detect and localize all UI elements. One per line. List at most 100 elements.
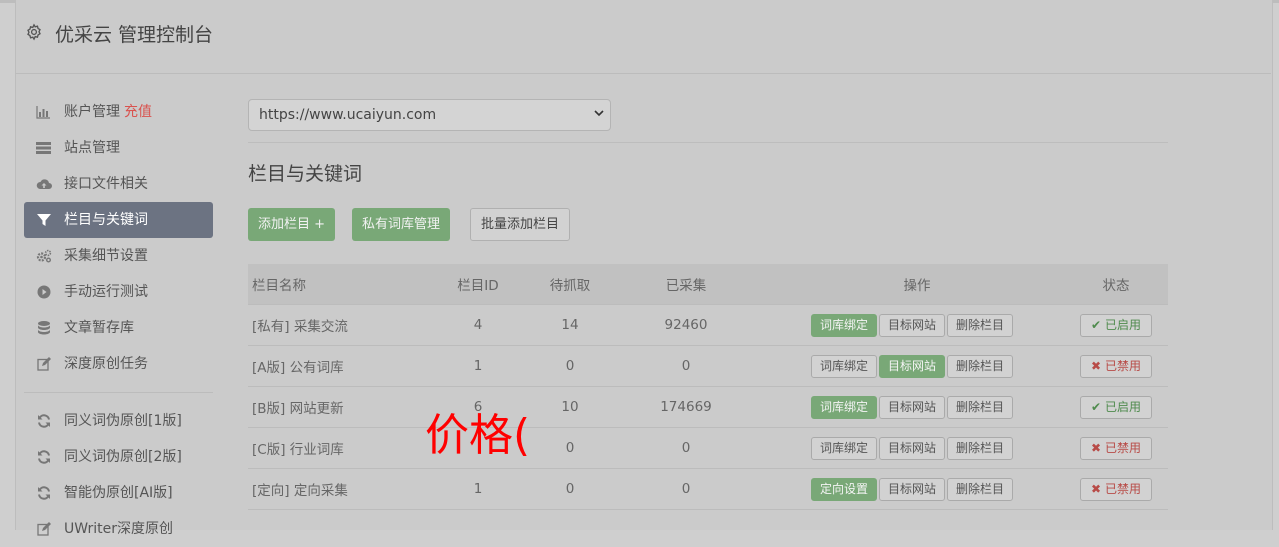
sidebar-item-deep-original[interactable]: 深度原创任务 <box>24 346 213 382</box>
batch-add-button[interactable]: 批量添加栏目 <box>470 208 571 241</box>
refresh-icon <box>36 414 51 428</box>
header-status: 状态 <box>1064 264 1168 305</box>
private-lexicon-button[interactable]: 私有词库管理 <box>352 208 451 241</box>
delete-column-button[interactable]: 删除栏目 <box>947 436 1014 460</box>
status-label: 已禁用 <box>1104 481 1141 496</box>
actions-cell: 词库绑定 目标网站 删除栏目 <box>770 386 1064 428</box>
delete-column-button[interactable]: 删除栏目 <box>947 313 1014 337</box>
bind-lexicon-button[interactable]: 词库绑定 <box>811 395 878 419</box>
refresh-icon <box>36 450 51 464</box>
sidebar-divider <box>24 392 213 393</box>
bind-lexicon-button[interactable]: 词库绑定 <box>811 354 878 378</box>
table-row: [C版] 行业词库 0 0 词库绑定 目标网站 删除栏目 ✖ 已禁用 <box>248 427 1168 469</box>
overlay-text: 价格( <box>425 410 531 461</box>
sidebar-item-label: 同义词伪原创[2版] <box>64 449 182 465</box>
status-badge[interactable]: ✖ 已禁用 <box>1080 436 1152 460</box>
status-badge[interactable]: ✖ 已禁用 <box>1080 477 1152 501</box>
sidebar-item-columns-keywords[interactable]: 栏目与关键词 <box>24 202 213 238</box>
collected-cell: 0 <box>602 427 770 469</box>
column-tag: [B版] <box>252 401 286 417</box>
column-name-cell[interactable]: [C版] 行业词库 <box>248 427 418 469</box>
status-badge[interactable]: ✔ 已启用 <box>1080 313 1152 337</box>
sidebar-item-article-storage[interactable]: 文章暂存库 <box>24 310 213 346</box>
pending-cell: 10 <box>538 386 602 428</box>
status-label: 已启用 <box>1104 317 1141 332</box>
sidebar-item-ai-rewrite[interactable]: 智能伪原创[AI版] <box>24 475 213 511</box>
cloud-upload-icon <box>36 177 52 191</box>
edit-icon <box>36 357 51 371</box>
column-name: 公有词库 <box>289 360 344 376</box>
column-name-cell[interactable]: [A版] 公有词库 <box>248 345 418 387</box>
status-cell: ✖ 已禁用 <box>1064 345 1168 387</box>
target-site-button[interactable]: 目标网站 <box>879 436 946 460</box>
sidebar-item-label: 站点管理 <box>64 140 120 156</box>
sidebar-item-label: UWriter深度原创 <box>64 521 173 537</box>
section-title: 栏目与关键词 <box>248 163 363 185</box>
target-site-button[interactable]: 目标网站 <box>879 354 946 378</box>
column-name: 网站更新 <box>289 401 344 417</box>
status-cell: ✔ 已启用 <box>1064 386 1168 428</box>
delete-column-button[interactable]: 删除栏目 <box>947 477 1014 501</box>
sidebar-item-account[interactable]: 账户管理 充值 <box>24 94 213 130</box>
table-header-row: 栏目名称 栏目ID 待抓取 已采集 操作 状态 <box>248 264 1168 305</box>
sidebar-item-collection-settings[interactable]: 采集细节设置 <box>24 238 213 274</box>
recharge-link[interactable]: 充值 <box>124 104 152 120</box>
target-site-button[interactable]: 目标网站 <box>879 395 946 419</box>
sidebar-item-sites[interactable]: 站点管理 <box>24 130 213 166</box>
cogs-icon <box>36 249 52 263</box>
server-icon <box>36 141 51 155</box>
check-icon: ✔ <box>1091 399 1102 414</box>
sidebar-item-synonym-v1[interactable]: 同义词伪原创[1版] <box>24 403 213 439</box>
actions-cell: 词库绑定 目标网站 删除栏目 <box>770 345 1064 387</box>
header-actions: 操作 <box>770 264 1064 305</box>
collected-cell: 0 <box>602 345 770 387</box>
sidebar-item-synonym-v2[interactable]: 同义词伪原创[2版] <box>24 439 213 475</box>
gear-icon <box>27 23 41 41</box>
target-site-button[interactable]: 目标网站 <box>879 477 946 501</box>
table-body: [私有] 采集交流 4 14 92460 词库绑定 目标网站 删除栏目 ✔ 已启用 [A版] 公… <box>248 304 1168 510</box>
bind-lexicon-button[interactable]: 词库绑定 <box>811 313 878 337</box>
refresh-icon <box>36 486 51 500</box>
status-cell: ✔ 已启用 <box>1064 304 1168 346</box>
column-name: 行业词库 <box>289 442 344 458</box>
column-name-cell[interactable]: [私有] 采集交流 <box>248 304 418 346</box>
sidebar: 账户管理充值 站点管理 接口文件相关 栏目与关键词 采集细节设置 手动运行测试 <box>24 94 213 547</box>
status-badge[interactable]: ✔ 已启用 <box>1080 395 1152 419</box>
column-id-cell: 1 <box>418 345 538 387</box>
status-badge[interactable]: ✖ 已禁用 <box>1080 354 1152 378</box>
table-row: [A版] 公有词库 1 0 0 词库绑定 目标网站 删除栏目 ✖ 已禁用 <box>248 345 1168 387</box>
delete-column-button[interactable]: 删除栏目 <box>947 354 1014 378</box>
sidebar-item-uwriter[interactable]: UWriter深度原创 <box>24 511 213 547</box>
site-select-value: https://www.ucaiyun.com <box>259 107 437 123</box>
collected-cell: 92460 <box>602 304 770 346</box>
chevron-down-icon <box>594 110 604 117</box>
close-icon: ✖ <box>1091 440 1102 455</box>
status-label: 已启用 <box>1104 399 1141 414</box>
target-site-button[interactable]: 目标网站 <box>879 313 946 337</box>
site-select[interactable]: https://www.ucaiyun.com <box>248 99 611 131</box>
column-name-cell[interactable]: [B版] 网站更新 <box>248 386 418 428</box>
sidebar-item-interface-files[interactable]: 接口文件相关 <box>24 166 213 202</box>
delete-column-button[interactable]: 删除栏目 <box>947 395 1014 419</box>
sidebar-item-manual-run[interactable]: 手动运行测试 <box>24 274 213 310</box>
app-title: 优采云 管理控制台 <box>55 24 214 46</box>
column-name-cell[interactable]: [定向] 定向采集 <box>248 468 418 510</box>
status-cell: ✖ 已禁用 <box>1064 468 1168 510</box>
column-tag: [C版] <box>252 442 286 458</box>
sidebar-item-label: 账户管理 <box>64 104 120 120</box>
sidebar-item-label: 采集细节设置 <box>64 248 148 264</box>
status-label: 已禁用 <box>1104 358 1141 373</box>
pending-cell: 0 <box>538 345 602 387</box>
column-id-cell: 1 <box>418 468 538 510</box>
bind-lexicon-button[interactable]: 词库绑定 <box>811 436 878 460</box>
sidebar-item-label: 接口文件相关 <box>64 176 148 192</box>
actions-cell: 词库绑定 目标网站 删除栏目 <box>770 427 1064 469</box>
bind-lexicon-button[interactable]: 定向设置 <box>811 477 878 501</box>
sidebar-item-label: 栏目与关键词 <box>64 212 148 228</box>
header-collected: 已采集 <box>602 264 770 305</box>
play-circle-icon <box>36 285 51 299</box>
header-column-name: 栏目名称 <box>248 264 418 305</box>
filter-icon <box>36 213 51 227</box>
sidebar-item-label: 深度原创任务 <box>64 356 148 372</box>
add-column-button[interactable]: 添加栏目 + <box>248 208 336 241</box>
